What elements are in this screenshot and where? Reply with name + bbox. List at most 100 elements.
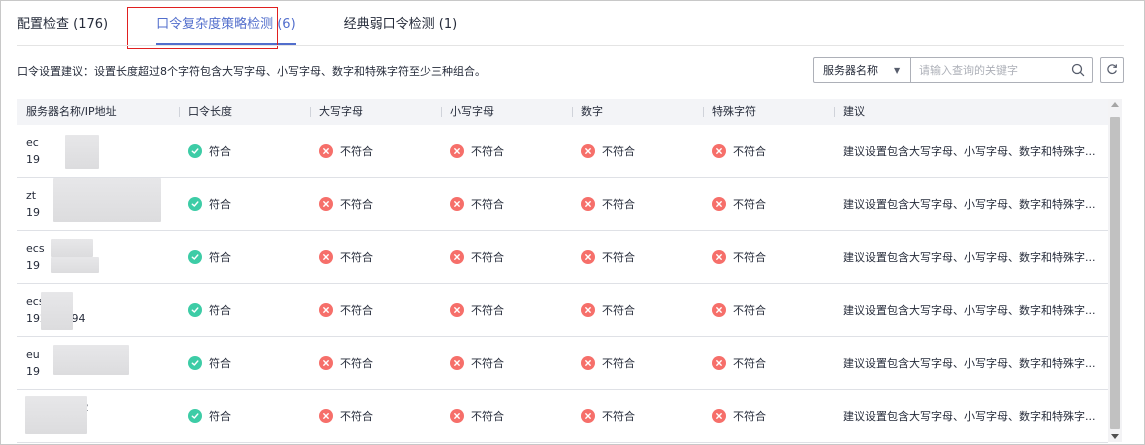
column-header-suggest: 建议 xyxy=(834,99,1108,125)
close-circle-icon xyxy=(450,409,464,423)
check-circle-icon xyxy=(188,409,202,423)
suggest-text: 建议设置包含大写字母、小写字母、数字和特殊字... xyxy=(843,198,1096,211)
caret-down-icon: ▼ xyxy=(894,65,901,75)
special-status: 不符合 xyxy=(703,249,834,265)
status-text: 不符合 xyxy=(340,198,373,211)
column-header-digit: 数字 xyxy=(572,99,703,125)
scroll-down-arrow-icon[interactable] xyxy=(1111,434,1119,439)
suggest-cell: 建议设置包含大写字母、小写字母、数字和特殊字... xyxy=(834,302,1108,318)
status-text: 不符合 xyxy=(471,357,504,370)
server-cell: zt 19 xyxy=(17,178,179,230)
close-circle-icon xyxy=(712,144,726,158)
refresh-icon xyxy=(1106,63,1118,78)
server-name[interactable]: zt xyxy=(26,187,36,204)
status-text: 不符合 xyxy=(602,198,635,211)
table-header: 服务器名称/IP地址 口令长度 大写字母 小写字母 数字 特殊字符 建议 xyxy=(17,99,1108,125)
table-row[interactable]: zt 19 符合 不符合 不符合 不符合 不符合 建议设置包含大写字母、小写字母、数字和特殊字… xyxy=(17,178,1108,231)
table-row[interactable]: ecs 192 .94 符合 不符合 不符合 不符合 不符合 建议设置包含大写字母、小写字母、… xyxy=(17,284,1108,337)
scroll-up-arrow-icon[interactable] xyxy=(1111,102,1119,107)
suggest-text: 建议设置包含大写字母、小写字母、数字和特殊字... xyxy=(843,304,1096,317)
table-scrollbar[interactable] xyxy=(1108,99,1122,442)
status-text: 符合 xyxy=(209,145,231,158)
status-text: 不符合 xyxy=(733,251,766,264)
close-circle-icon xyxy=(712,303,726,317)
digit-status: 不符合 xyxy=(572,143,703,159)
server-name[interactable]: eu xyxy=(26,346,40,363)
close-circle-icon xyxy=(712,356,726,370)
suggest-cell: 建议设置包含大写字母、小写字母、数字和特殊字... xyxy=(834,249,1108,265)
tab-config-check[interactable]: 配置检查 (176) xyxy=(17,1,108,45)
column-header-lower: 小写字母 xyxy=(441,99,572,125)
password-check-panel: 配置检查 (176) 口令复杂度策略检测 (6) 经典弱口令检测 (1) 口令设… xyxy=(0,0,1145,445)
tab-divider xyxy=(17,45,1124,46)
active-tab-highlight-box xyxy=(127,7,278,49)
status-text: 不符合 xyxy=(471,251,504,264)
status-text: 符合 xyxy=(209,251,231,264)
close-circle-icon xyxy=(319,197,333,211)
lower-status: 不符合 xyxy=(441,408,572,424)
table-row[interactable]: ong2 29 符合 不符合 不符合 不符合 不符合 建议设置包含大写字母、小写字母、数字和… xyxy=(17,390,1108,443)
status-text: 不符合 xyxy=(733,145,766,158)
server-cell: ecs 192 .94 xyxy=(17,284,179,336)
table-row[interactable]: ecs st19 符合 不符合 不符合 不符合 不符合 建议设置包含大写字母、小写字母、数字… xyxy=(17,231,1108,284)
table-row[interactable]: eu 19 符合 不符合 不符合 不符合 不符合 建议设置包含大写字母、小写字母、数字和特殊字… xyxy=(17,337,1108,390)
digit-status: 不符合 xyxy=(572,249,703,265)
redaction-mask xyxy=(51,239,93,257)
upper-status: 不符合 xyxy=(310,302,441,318)
status-text: 不符合 xyxy=(471,198,504,211)
status-text: 不符合 xyxy=(602,304,635,317)
close-circle-icon xyxy=(450,303,464,317)
close-circle-icon xyxy=(450,250,464,264)
check-circle-icon xyxy=(188,303,202,317)
search-bar: 服务器名称 ▼ xyxy=(813,57,1093,83)
upper-status: 不符合 xyxy=(310,196,441,212)
close-circle-icon xyxy=(712,409,726,423)
suggest-cell: 建议设置包含大写字母、小写字母、数字和特殊字... xyxy=(834,143,1108,159)
status-text: 不符合 xyxy=(733,410,766,423)
status-text: 不符合 xyxy=(471,304,504,317)
close-circle-icon xyxy=(712,197,726,211)
special-status: 不符合 xyxy=(703,302,834,318)
redaction-mask xyxy=(25,396,87,434)
tab-weak-password[interactable]: 经典弱口令检测 (1) xyxy=(344,1,458,45)
status-text: 不符合 xyxy=(471,145,504,158)
redaction-mask xyxy=(65,135,99,169)
length-status: 符合 xyxy=(179,302,310,318)
digit-status: 不符合 xyxy=(572,302,703,318)
password-advice-text: 口令设置建议：设置长度超过8个字符包含大写字母、小写字母、数字和特殊字符至少三种… xyxy=(17,65,486,78)
close-circle-icon xyxy=(581,303,595,317)
length-status: 符合 xyxy=(179,408,310,424)
status-text: 不符合 xyxy=(340,410,373,423)
close-circle-icon xyxy=(450,356,464,370)
table-body: ec 19 222 符合 不符合 不符合 不符合 不符合 建议设置包含大写字母、小写字母、数字… xyxy=(17,125,1108,443)
scroll-thumb[interactable] xyxy=(1110,117,1120,429)
status-text: 不符合 xyxy=(602,145,635,158)
server-name[interactable]: ec xyxy=(26,134,39,151)
status-text: 不符合 xyxy=(340,357,373,370)
close-circle-icon xyxy=(319,144,333,158)
close-circle-icon xyxy=(581,250,595,264)
special-status: 不符合 xyxy=(703,408,834,424)
digit-status: 不符合 xyxy=(572,196,703,212)
password-check-table: 服务器名称/IP地址 口令长度 大写字母 小写字母 数字 特殊字符 建议 ec 1… xyxy=(17,99,1108,443)
refresh-button[interactable] xyxy=(1100,57,1124,83)
close-circle-icon xyxy=(319,303,333,317)
server-cell: eu 19 xyxy=(17,337,179,389)
column-header-server: 服务器名称/IP地址 xyxy=(26,105,117,118)
digit-status: 不符合 xyxy=(572,408,703,424)
check-circle-icon xyxy=(188,144,202,158)
column-header-upper: 大写字母 xyxy=(310,99,441,125)
suggest-cell: 建议设置包含大写字母、小写字母、数字和特殊字... xyxy=(834,408,1108,424)
suggest-text: 建议设置包含大写字母、小写字母、数字和特殊字... xyxy=(843,251,1096,264)
status-text: 不符合 xyxy=(733,357,766,370)
table-row[interactable]: ec 19 222 符合 不符合 不符合 不符合 不符合 建议设置包含大写字母、小写字母、数字… xyxy=(17,125,1108,178)
status-text: 不符合 xyxy=(471,410,504,423)
upper-status: 不符合 xyxy=(310,408,441,424)
search-field-select[interactable]: 服务器名称 ▼ xyxy=(814,58,911,82)
status-text: 符合 xyxy=(209,304,231,317)
status-text: 符合 xyxy=(209,410,231,423)
search-icon[interactable] xyxy=(1064,58,1092,82)
search-input[interactable] xyxy=(911,58,1064,82)
suggest-text: 建议设置包含大写字母、小写字母、数字和特殊字... xyxy=(843,410,1096,423)
lower-status: 不符合 xyxy=(441,143,572,159)
